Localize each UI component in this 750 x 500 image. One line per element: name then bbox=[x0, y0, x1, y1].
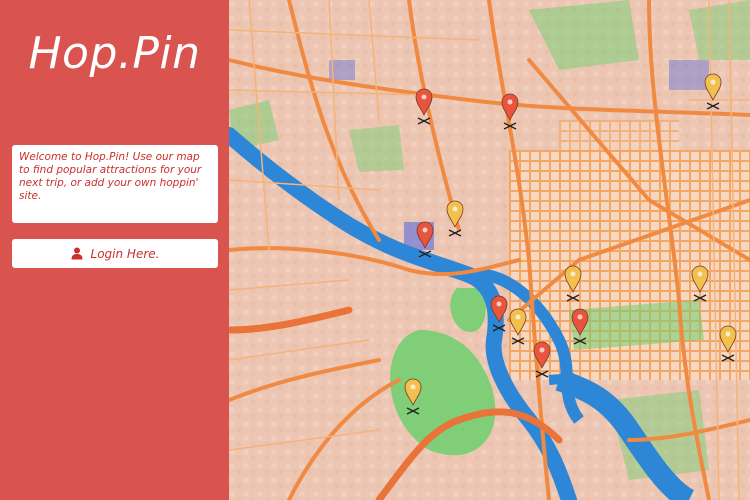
map-canvas[interactable] bbox=[229, 0, 750, 500]
user-icon bbox=[71, 247, 83, 260]
sidebar: Hop.Pin Welcome to Hop.Pin! Use our map … bbox=[0, 0, 229, 500]
login-button-label: Login Here. bbox=[90, 246, 160, 261]
map-view[interactable] bbox=[229, 0, 750, 500]
app-logo[interactable]: Hop.Pin bbox=[0, 28, 229, 79]
login-button[interactable]: Login Here. bbox=[12, 239, 218, 268]
welcome-message: Welcome to Hop.Pin! Use our map to find … bbox=[12, 145, 218, 223]
